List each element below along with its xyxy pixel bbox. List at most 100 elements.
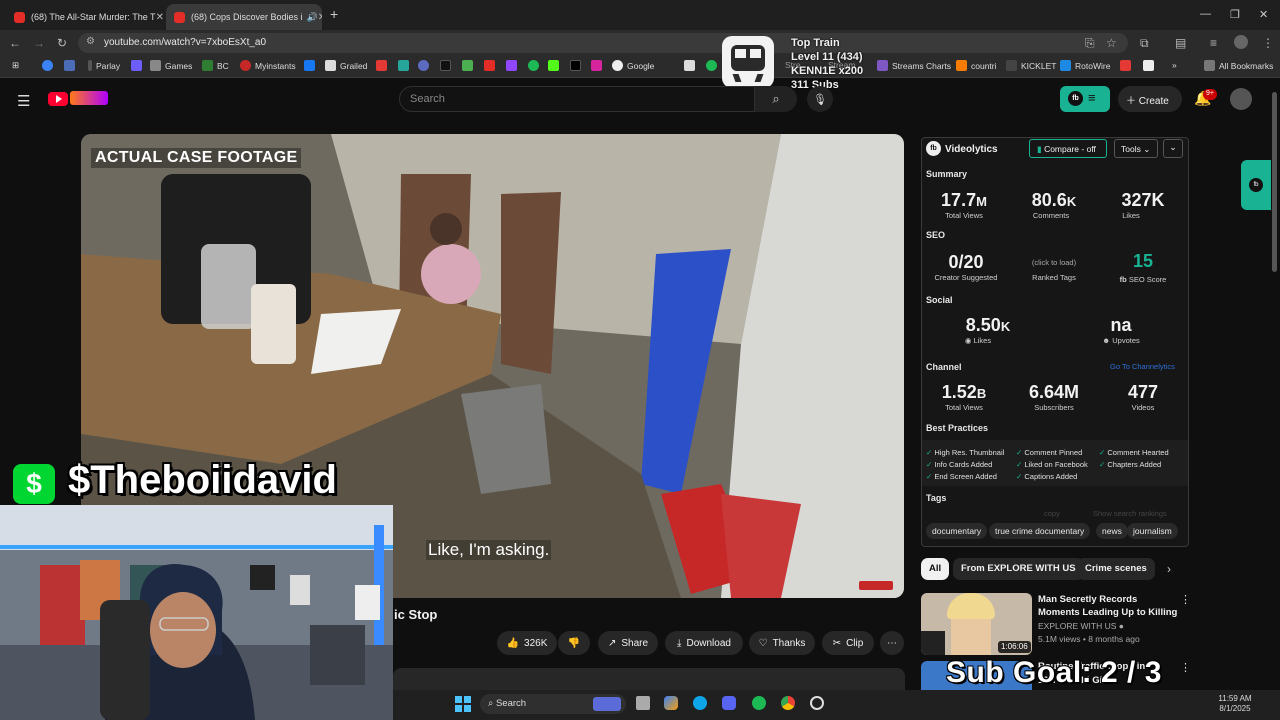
search-button[interactable]: ⌕	[755, 86, 797, 112]
chip-crime-scenes[interactable]: Crime scenes	[1077, 558, 1155, 580]
close-tab-icon[interactable]: ✕	[156, 12, 164, 23]
browser-tab[interactable]: (68) The All-Star Murder: The T ✕	[6, 4, 164, 30]
bookmark-grailed[interactable]: Grailed	[325, 60, 367, 71]
bookmark-countri[interactable]: countri	[956, 60, 997, 71]
more-options-icon[interactable]: ⋮	[1180, 593, 1191, 606]
like-button[interactable]: 👍 326K	[497, 631, 557, 655]
bookmark-google[interactable]: Google	[612, 60, 654, 71]
go-to-channelytics-link[interactable]: Go To Channelytics	[1110, 362, 1175, 371]
discord-icon[interactable]	[722, 696, 736, 710]
tag-chip[interactable]: journalism	[1127, 523, 1178, 539]
show-search-rankings-link[interactable]: Show search rankings	[1093, 509, 1167, 518]
bookmark-parlay[interactable]: Parlay	[88, 60, 120, 71]
thanks-button[interactable]: ♡ Thanks	[749, 631, 815, 655]
bookmark-white-icon[interactable]	[1143, 60, 1158, 71]
bookmark-streams-charts[interactable]: Streams Charts	[877, 60, 951, 71]
windows-start-icon[interactable]	[455, 696, 471, 712]
tag-chip[interactable]: news	[1096, 523, 1128, 539]
page-scrollbar[interactable]	[1272, 92, 1277, 272]
bookmark-instagram-icon[interactable]	[591, 60, 606, 71]
bookmark-games[interactable]: Games	[150, 60, 192, 71]
hamburger-menu-icon[interactable]: ☰	[17, 92, 30, 110]
close-tab-icon[interactable]: ✕	[318, 12, 322, 23]
app-icon[interactable]	[810, 696, 824, 710]
bookmark-icon[interactable]	[462, 60, 477, 71]
window-close-icon[interactable]: ✕	[1259, 8, 1268, 21]
chevron-right-icon[interactable]: ›	[1167, 562, 1171, 576]
recommendation-title[interactable]: Man Secretly Records Moments Leading Up …	[1038, 593, 1178, 619]
bookmark-amazon-icon[interactable]	[684, 60, 699, 71]
bookmark-x-icon[interactable]	[570, 60, 585, 71]
menu-kebab-icon[interactable]: ⋮	[1262, 36, 1274, 50]
speaker-icon[interactable]: 🔊	[307, 12, 318, 23]
new-tab-icon[interactable]: +	[330, 6, 338, 22]
taskbar-clock[interactable]: 11:59 AM 8/1/2025	[1200, 694, 1270, 714]
bookmark-s-red-icon[interactable]	[1120, 60, 1135, 71]
description-box[interactable]	[393, 668, 905, 690]
bookmark-rotowire[interactable]: RotoWire	[1060, 60, 1110, 71]
apps-grid-icon[interactable]: ⊞	[12, 60, 19, 71]
bookmark-star-icon[interactable]: ☆	[1106, 36, 1117, 50]
bookmark-icon[interactable]	[418, 60, 433, 71]
media-icon[interactable]: ≡	[1210, 36, 1217, 50]
voice-search-button[interactable]: 🎙	[807, 86, 833, 112]
task-view-icon[interactable]	[636, 696, 650, 710]
dislike-button[interactable]: 👎	[558, 631, 590, 655]
more-options-icon[interactable]: ⋮	[1180, 661, 1191, 674]
chrome-icon[interactable]	[781, 696, 795, 710]
bookmark-spotify-icon[interactable]	[528, 60, 543, 71]
minimize-icon[interactable]: —	[1200, 8, 1211, 20]
ranked-tags-load-link[interactable]: (click to load)	[1014, 258, 1094, 267]
sidebar-icon[interactable]: ▤	[1175, 36, 1186, 50]
edge-icon[interactable]	[693, 696, 707, 710]
spotify-icon[interactable]	[752, 696, 766, 710]
collapse-panel-button[interactable]: ⌄	[1163, 139, 1183, 158]
copy-tags-link[interactable]: copy	[1044, 509, 1060, 518]
all-bookmarks[interactable]: All Bookmarks	[1204, 60, 1273, 71]
bookmark-sup-icon[interactable]	[376, 60, 391, 71]
videolytics-toggle-button[interactable]: fb ≡	[1060, 86, 1110, 112]
site-info-icon[interactable]: ⚙	[86, 36, 95, 47]
tag-chip[interactable]: documentary	[926, 523, 988, 539]
youtube-logo[interactable]	[48, 91, 108, 107]
chip-all[interactable]: All	[921, 558, 950, 580]
copilot-icon[interactable]	[664, 696, 678, 710]
tag-chip[interactable]: true crime documentary	[989, 523, 1091, 539]
install-app-icon[interactable]: ⎘	[1085, 36, 1095, 51]
bookmark-google-icon[interactable]	[42, 60, 57, 71]
bookmark-h-icon[interactable]	[440, 60, 455, 71]
clip-button[interactable]: ✂ Clip	[822, 631, 874, 655]
bookmark-kicklet[interactable]: KICKLET	[1006, 60, 1056, 71]
maximize-icon[interactable]: ❐	[1230, 8, 1240, 21]
bookmark-spotify-icon[interactable]	[706, 60, 721, 71]
share-button[interactable]: ↗ Share	[598, 631, 658, 655]
profile-avatar[interactable]	[1234, 35, 1248, 49]
search-input[interactable]: Search	[399, 86, 755, 112]
forward-icon[interactable]: →	[33, 36, 45, 50]
browser-tab-active[interactable]: (68) Cops Discover Bodies i 🔊 ✕	[166, 4, 322, 30]
taskbar-search[interactable]: ⌕ Search	[480, 694, 626, 714]
tools-dropdown[interactable]: Tools ⌄	[1114, 139, 1158, 158]
bookmark-square-icon[interactable]	[64, 60, 79, 71]
download-button[interactable]: ⤓ Download	[665, 631, 743, 655]
extensions-icon[interactable]: ⧉	[1140, 36, 1149, 51]
bookmark-r-icon[interactable]	[131, 60, 146, 71]
vidiq-side-tab[interactable]: fb	[1241, 160, 1271, 210]
more-bookmarks-icon[interactable]: »	[1172, 60, 1177, 70]
address-bar[interactable]: ⚙ youtube.com/watch?v=7xboEsXt_a0	[78, 33, 1128, 53]
compare-toggle[interactable]: ▮ Compare - off	[1029, 139, 1107, 158]
back-icon[interactable]: ←	[9, 36, 21, 50]
account-avatar[interactable]	[1230, 88, 1252, 110]
recommendation-channel[interactable]: EXPLORE WITH US ●	[1038, 621, 1124, 631]
bookmark-youtube-icon[interactable]	[484, 60, 499, 71]
bookmark-kick-icon[interactable]	[548, 60, 563, 71]
reload-icon[interactable]: ↻	[57, 36, 67, 50]
bookmark-bc[interactable]: BC	[202, 60, 229, 71]
bookmark-twitch-icon[interactable]	[506, 60, 521, 71]
more-actions-button[interactable]: ⋯	[880, 631, 904, 655]
create-button[interactable]: ＋ Create	[1118, 86, 1182, 112]
chip-from-channel[interactable]: From EXPLORE WITH US	[953, 558, 1084, 580]
bookmark-facebook-icon[interactable]	[304, 60, 319, 71]
bookmark-icon[interactable]	[398, 60, 413, 71]
bookmark-myinstants[interactable]: Myinstants	[240, 60, 296, 71]
